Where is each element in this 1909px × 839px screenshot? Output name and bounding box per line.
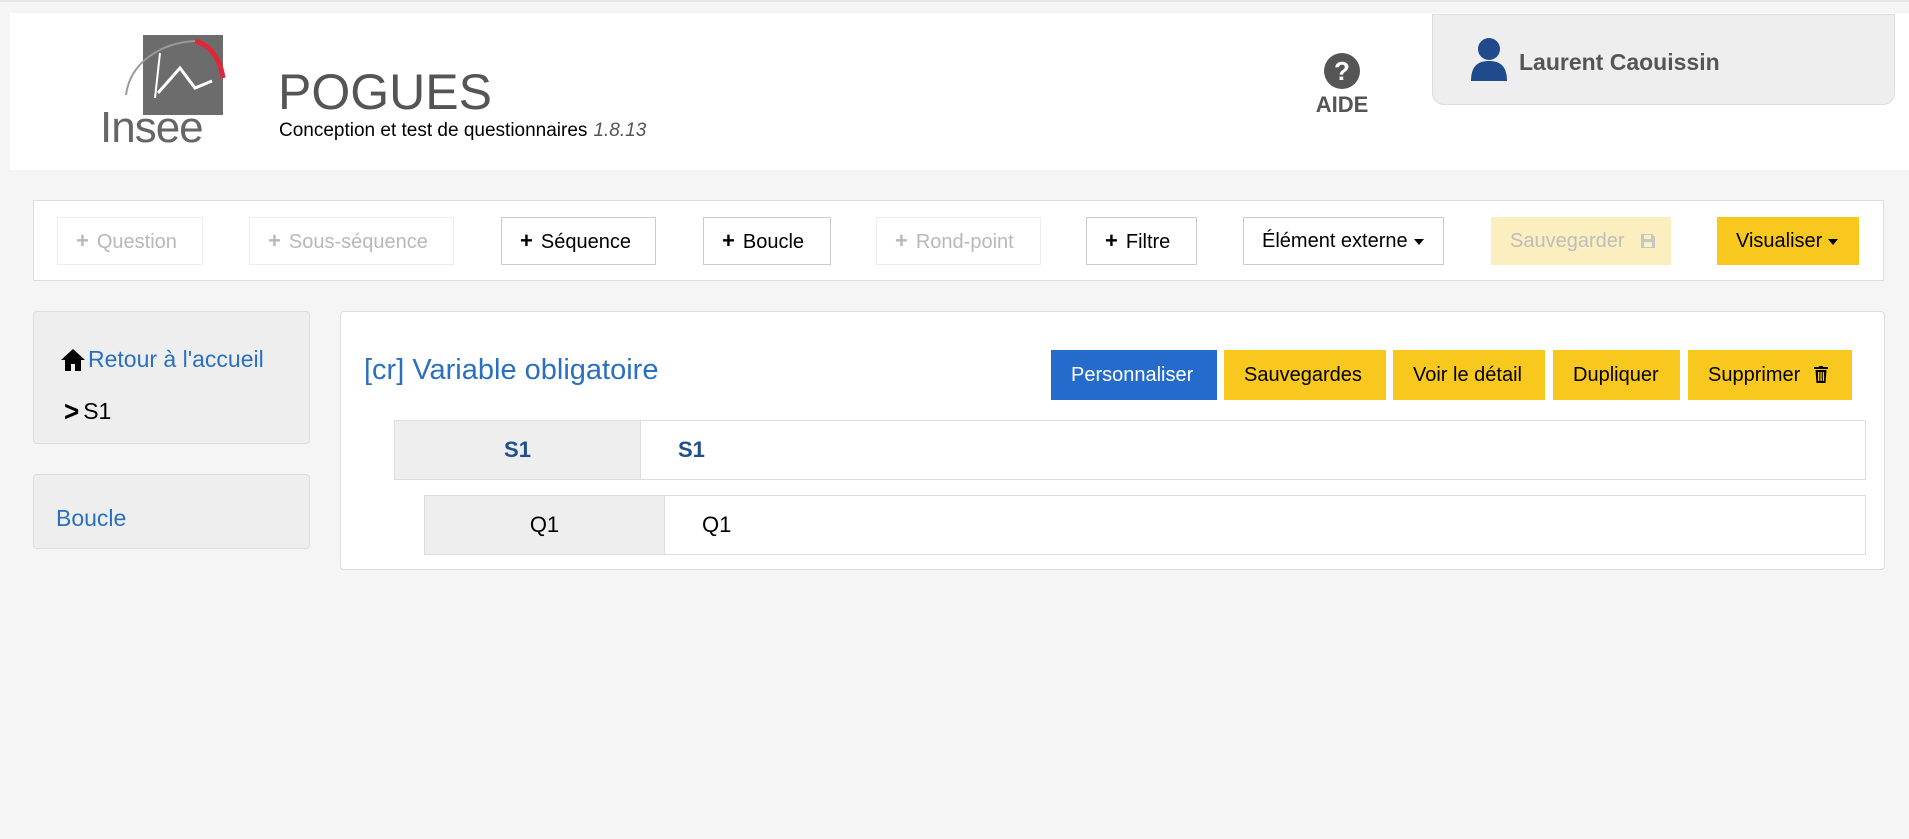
plus-icon: + — [895, 228, 908, 253]
help-label: AIDE — [1315, 92, 1369, 117]
home-icon — [61, 348, 85, 371]
app-header: Insee POGUES Conception et test de quest… — [10, 13, 1909, 170]
add-question-label: Question — [96, 231, 177, 253]
question-circle-icon: ? — [1324, 53, 1360, 89]
caret-down-icon — [1413, 238, 1424, 245]
logo-text: Insee — [100, 103, 204, 152]
chevron-right-icon: > — [64, 394, 80, 428]
visualize-label: Visualiser — [1736, 230, 1823, 252]
save-label: Sauvegarder — [1510, 230, 1625, 252]
sequence-row-label: S1 — [395, 421, 641, 479]
floppy-disk-icon — [1641, 234, 1656, 248]
customize-button[interactable]: Personnaliser — [1051, 350, 1217, 400]
add-sub-sequence-button[interactable]: + Sous-séquence — [249, 217, 454, 265]
add-roundabout-label: Rond-point — [915, 231, 1014, 253]
add-question-button[interactable]: + Question — [57, 217, 203, 265]
plus-icon: + — [76, 228, 89, 253]
home-link-label: Retour à l'accueil — [88, 346, 264, 372]
add-loop-label: Boucle — [742, 231, 805, 253]
duplicate-button[interactable]: Dupliquer — [1553, 350, 1680, 400]
save-button[interactable]: Sauvegarder — [1491, 217, 1671, 265]
user-menu[interactable]: Laurent Caouissin — [1432, 14, 1895, 105]
add-filter-label: Filtre — [1125, 231, 1171, 253]
app-subtitle: Conception et test de questionnaires 1.8.… — [279, 120, 646, 142]
details-button[interactable]: Voir le détail — [1393, 350, 1545, 400]
external-element-dropdown[interactable]: Élément externe — [1243, 217, 1444, 265]
user-name: Laurent Caouissin — [1519, 49, 1720, 75]
app-version: 1.8.13 — [593, 120, 647, 141]
user-icon — [1471, 38, 1507, 81]
backups-button[interactable]: Sauvegardes — [1224, 350, 1386, 400]
sequence-row-value: S1 — [678, 437, 705, 462]
plus-icon: + — [268, 228, 281, 253]
question-row-value: Q1 — [702, 512, 732, 537]
visualize-dropdown[interactable]: Visualiser — [1717, 217, 1859, 265]
toolbar: + Question + Sous-séquence + Séquence + Bouc… — [33, 200, 1884, 281]
plus-icon: + — [722, 228, 735, 253]
breadcrumb-current: > S1 — [64, 394, 112, 428]
main-panel: [cr] Variable obligatoire Personnaliser … — [340, 311, 1885, 570]
app-subtitle-text: Conception et test de questionnaires — [279, 120, 588, 141]
breadcrumb-current-label: S1 — [83, 398, 112, 424]
add-sequence-label: Séquence — [540, 231, 631, 253]
app-title: POGUES — [278, 64, 492, 120]
add-sub-sequence-label: Sous-séquence — [288, 231, 428, 253]
sequence-row[interactable]: S1 S1 — [394, 420, 1866, 480]
question-row-label: Q1 — [425, 496, 665, 554]
external-element-label: Élément externe — [1262, 230, 1408, 252]
home-link[interactable]: Retour à l'accueil — [60, 346, 264, 373]
delete-label: Supprimer — [1708, 364, 1801, 386]
caret-down-icon — [1828, 238, 1839, 245]
question-row[interactable]: Q1 Q1 — [424, 495, 1866, 555]
loop-link[interactable]: Boucle — [56, 505, 126, 532]
add-loop-button[interactable]: + Boucle — [703, 217, 831, 265]
trash-icon — [1813, 366, 1828, 383]
plus-icon: + — [1105, 228, 1118, 253]
page-title: [cr] Variable obligatoire — [364, 354, 659, 386]
delete-button[interactable]: Supprimer — [1688, 350, 1852, 400]
sidebar-navigation: Retour à l'accueil > S1 — [33, 311, 310, 444]
top-border — [0, 0, 1909, 2]
add-filter-button[interactable]: + Filtre — [1086, 217, 1197, 265]
plus-icon: + — [520, 228, 533, 253]
insee-logo[interactable]: Insee — [100, 23, 230, 153]
add-roundabout-button[interactable]: + Rond-point — [876, 217, 1041, 265]
add-sequence-button[interactable]: + Séquence — [501, 217, 656, 265]
sidebar-loop-panel: Boucle — [33, 474, 310, 549]
help-button[interactable]: ? AIDE — [1306, 53, 1378, 118]
